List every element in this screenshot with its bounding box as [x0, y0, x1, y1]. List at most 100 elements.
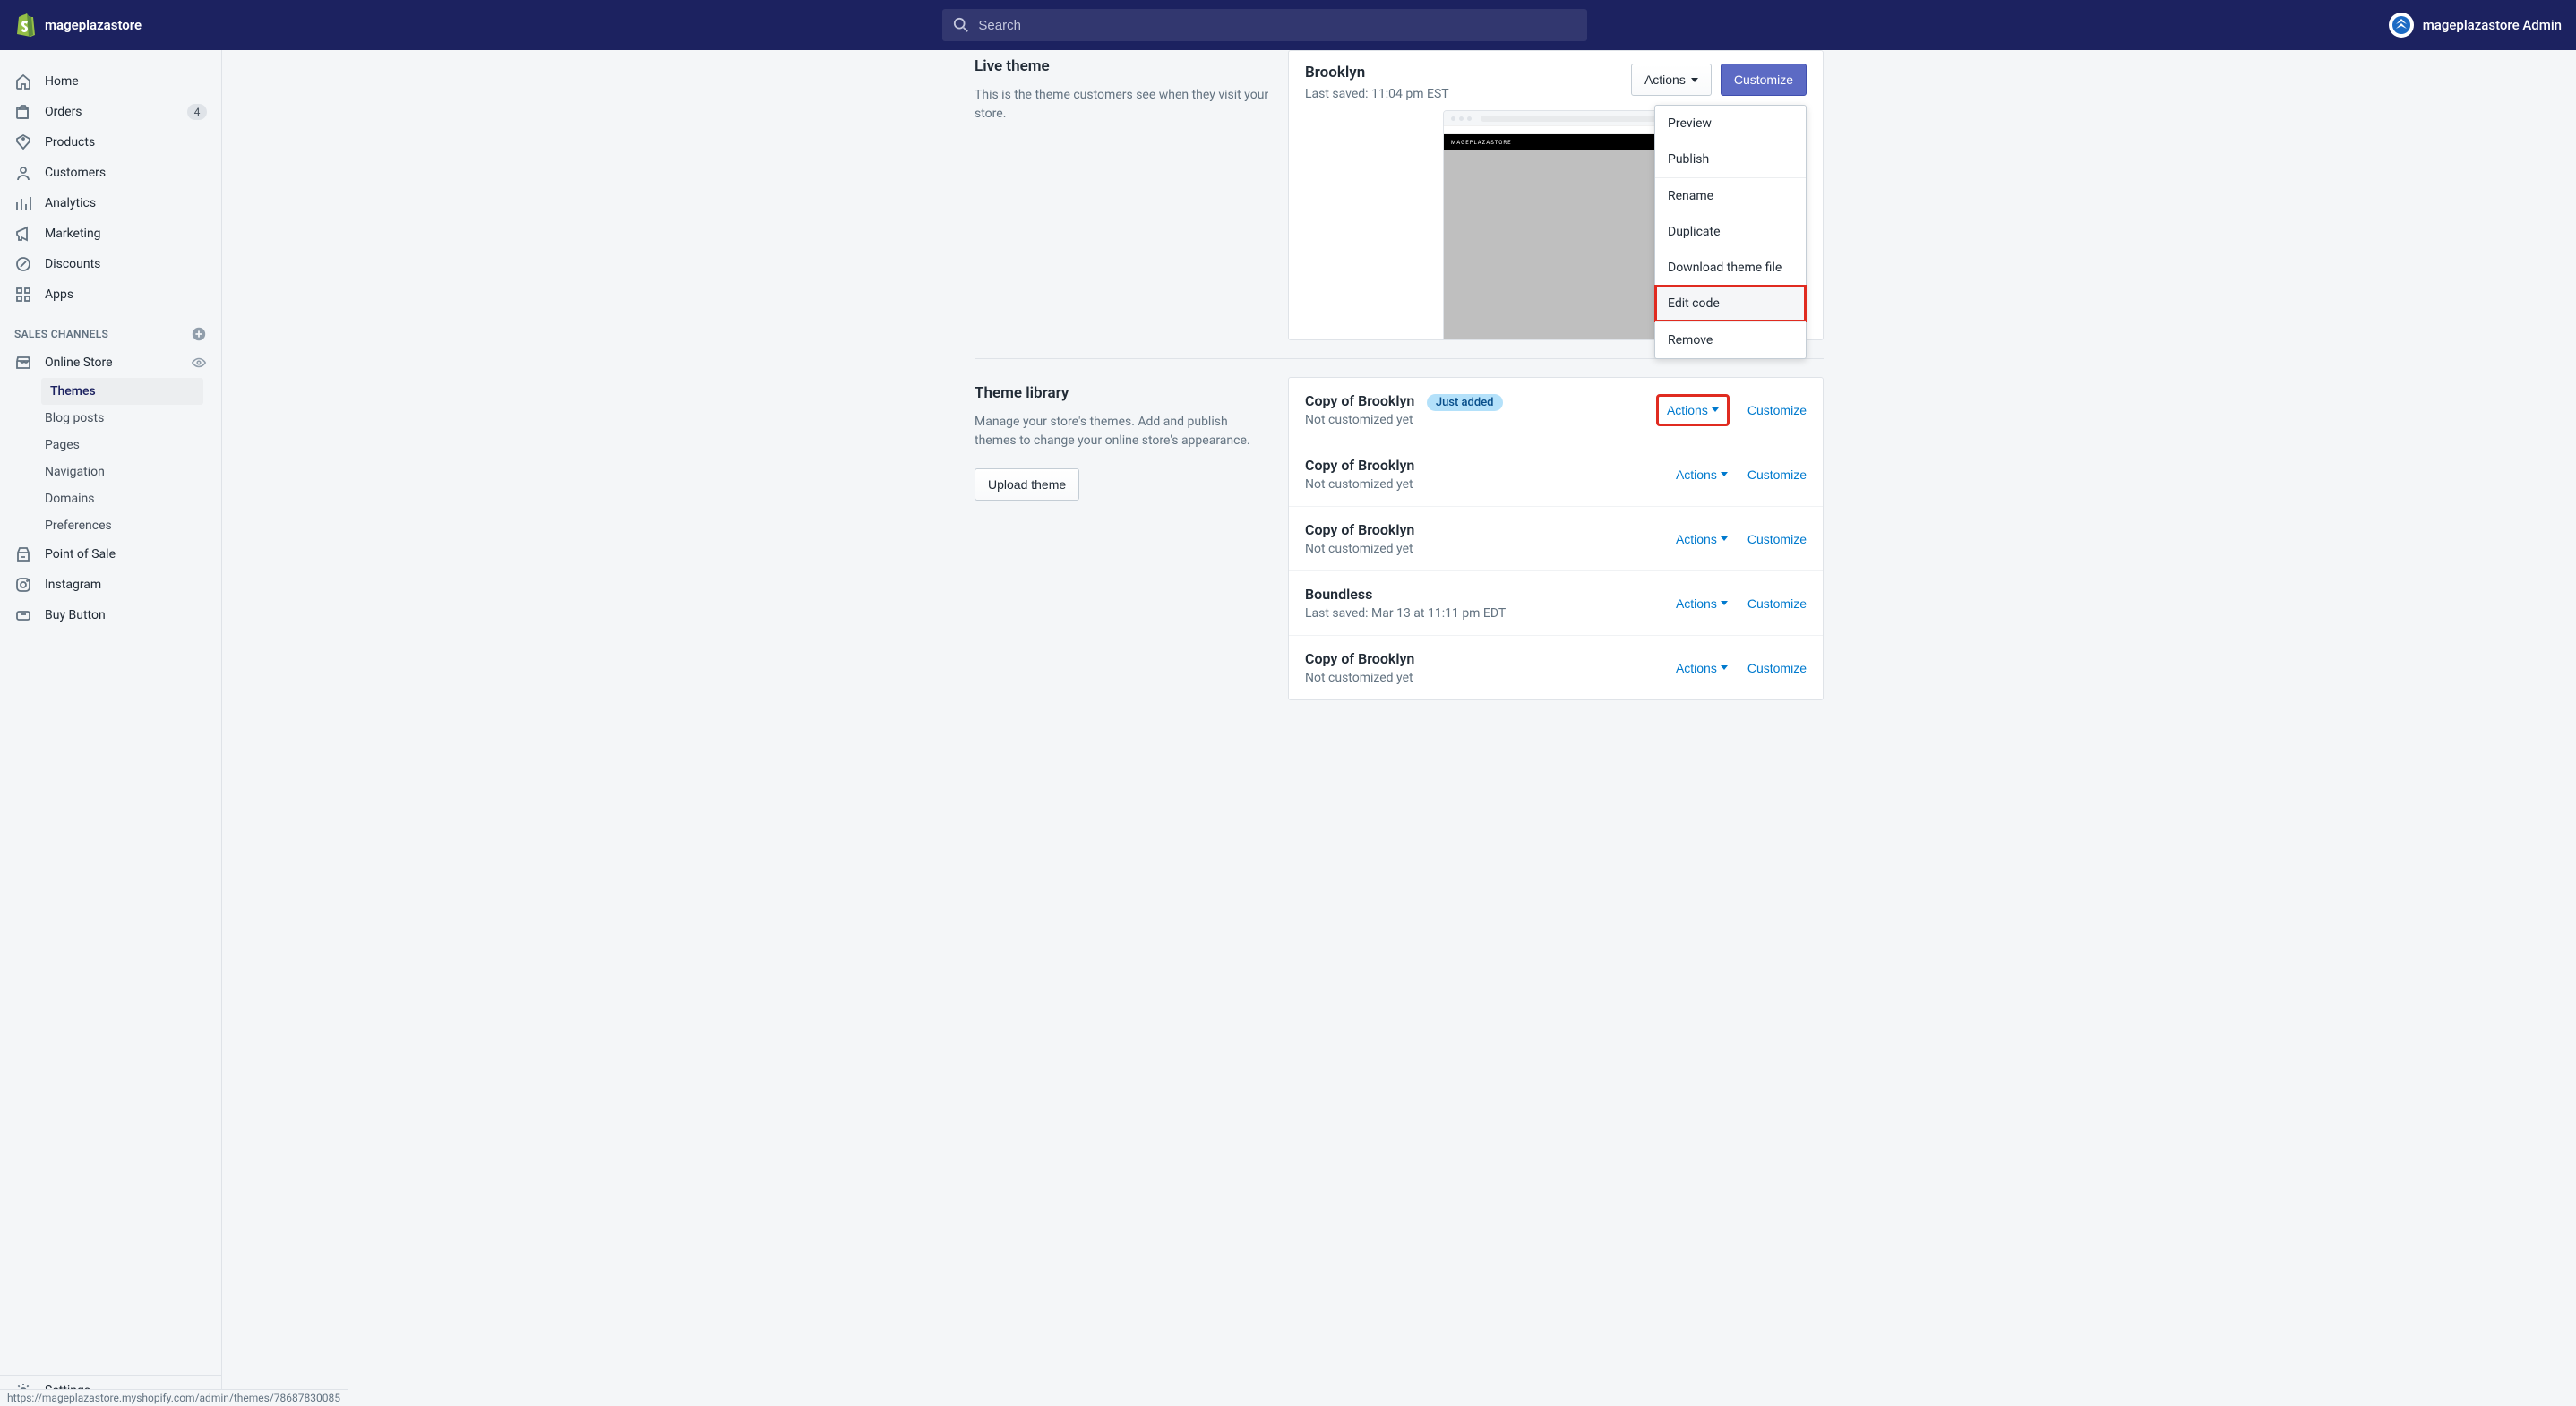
sub-label: Navigation	[45, 465, 105, 479]
sidebar-item-label: Orders	[45, 105, 82, 119]
sidebar-sub-preferences[interactable]: Preferences	[0, 512, 221, 539]
user-menu[interactable]: mageplazastore Admin	[2389, 13, 2562, 38]
sidebar-item-products[interactable]: Products	[0, 127, 221, 158]
sidebar-item-label: Apps	[45, 287, 73, 302]
discounts-icon	[14, 255, 32, 273]
search-wrap	[156, 9, 2374, 41]
sidebar-item-analytics[interactable]: Analytics	[0, 188, 221, 219]
actions-label: Actions	[1644, 73, 1686, 87]
sidebar-item-instagram[interactable]: Instagram	[0, 570, 221, 600]
theme-row-customize-button[interactable]: Customize	[1747, 467, 1807, 482]
store-name: mageplazastore	[45, 17, 142, 33]
menu-item-remove[interactable]: Remove	[1655, 321, 1806, 358]
sidebar-item-pos[interactable]: Point of Sale	[0, 539, 221, 570]
shopify-logo-icon	[14, 13, 36, 38]
sidebar-sub-themes[interactable]: Themes	[41, 378, 203, 405]
menu-item-rename[interactable]: Rename	[1655, 177, 1806, 214]
search-bar[interactable]	[942, 9, 1587, 41]
theme-row-title: Copy of Brooklyn	[1305, 650, 1676, 667]
theme-row-sub: Not customized yet	[1305, 542, 1676, 556]
sidebar-item-label: Home	[45, 74, 79, 89]
caret-down-icon	[1721, 665, 1728, 670]
sidebar-sub-domains[interactable]: Domains	[0, 485, 221, 512]
caret-down-icon	[1691, 78, 1698, 82]
theme-row-sub: Last saved: Mar 13 at 11:11 pm EDT	[1305, 606, 1676, 621]
add-channel-button[interactable]	[191, 326, 207, 342]
menu-item-download[interactable]: Download theme file	[1655, 250, 1806, 286]
live-theme-heading: Live theme	[975, 57, 1270, 75]
sidebar-item-label: Marketing	[45, 227, 101, 241]
theme-row: Copy of Brooklyn Just added Not customiz…	[1289, 378, 1823, 442]
sidebar-item-label: Analytics	[45, 196, 96, 210]
theme-row-title: Boundless	[1305, 586, 1676, 603]
menu-label: Edit code	[1668, 296, 1720, 311]
sidebar-sub-pages[interactable]: Pages	[0, 432, 221, 459]
theme-row-customize-button[interactable]: Customize	[1747, 596, 1807, 611]
theme-row-actions-button[interactable]: Actions	[1676, 596, 1728, 611]
menu-label: Duplicate	[1668, 225, 1721, 239]
menu-item-duplicate[interactable]: Duplicate	[1655, 214, 1806, 250]
menu-label: Remove	[1668, 333, 1713, 347]
sub-label: Pages	[45, 438, 80, 452]
live-theme-title: Brooklyn	[1305, 64, 1449, 81]
eye-icon[interactable]	[191, 355, 207, 371]
customize-button[interactable]: Customize	[1721, 64, 1807, 96]
customize-label: Customize	[1747, 661, 1807, 675]
sidebar-item-label: Products	[45, 135, 95, 150]
sidebar-section-heading: SALES CHANNELS	[0, 310, 221, 347]
theme-row-customize-button[interactable]: Customize	[1747, 532, 1807, 546]
theme-row-actions-button[interactable]: Actions	[1676, 661, 1728, 675]
avatar-icon	[2389, 13, 2414, 38]
customize-label: Customize	[1734, 73, 1793, 87]
sub-label: Domains	[45, 492, 94, 506]
theme-row-actions-button[interactable]: Actions	[1676, 532, 1728, 546]
menu-item-preview[interactable]: Preview	[1655, 106, 1806, 141]
preview-brand: MAGEPLAZASTORE	[1451, 140, 1512, 146]
sidebar-item-apps[interactable]: Apps	[0, 279, 221, 310]
main-content: Live theme This is the theme customers s…	[222, 50, 2576, 1406]
actions-popover: Preview Publish Rename Duplicate Downloa…	[1654, 105, 1807, 359]
live-theme-card: Brooklyn Last saved: 11:04 pm EST Action…	[1288, 50, 1824, 340]
theme-row: Boundless Last saved: Mar 13 at 11:11 pm…	[1289, 571, 1823, 636]
theme-list: Copy of Brooklyn Just added Not customiz…	[1288, 377, 1824, 700]
actions-label: Actions	[1676, 532, 1717, 546]
menu-label: Download theme file	[1668, 261, 1782, 275]
sidebar: Home Orders 4 Products Customers Analyti…	[0, 50, 222, 1406]
brand[interactable]: mageplazastore	[14, 13, 142, 38]
menu-item-publish[interactable]: Publish	[1655, 141, 1806, 177]
caret-down-icon	[1721, 472, 1728, 476]
live-theme-section-info: Live theme This is the theme customers s…	[975, 50, 1270, 340]
library-description: Manage your store's themes. Add and publ…	[975, 413, 1270, 450]
sub-label: Themes	[50, 384, 96, 399]
theme-row-actions-button[interactable]: Actions	[1658, 396, 1728, 424]
sidebar-item-marketing[interactable]: Marketing	[0, 219, 221, 249]
theme-row-customize-button[interactable]: Customize	[1747, 661, 1807, 675]
live-theme-subtitle: Last saved: 11:04 pm EST	[1305, 87, 1449, 101]
orders-badge: 4	[187, 104, 207, 120]
sidebar-item-discounts[interactable]: Discounts	[0, 249, 221, 279]
sidebar-item-home[interactable]: Home	[0, 66, 221, 97]
theme-row: Copy of Brooklyn Not customized yet Acti…	[1289, 507, 1823, 571]
sidebar-item-orders[interactable]: Orders 4	[0, 97, 221, 127]
topbar: mageplazastore mageplazastore Admin	[0, 0, 2576, 50]
theme-row: Copy of Brooklyn Not customized yet Acti…	[1289, 442, 1823, 507]
theme-row-sub: Not customized yet	[1305, 477, 1676, 492]
sub-label: Blog posts	[45, 411, 104, 425]
theme-row: Copy of Brooklyn Not customized yet Acti…	[1289, 636, 1823, 699]
upload-theme-button[interactable]: Upload theme	[975, 468, 1079, 501]
actions-dropdown-button[interactable]: Actions	[1631, 64, 1712, 96]
theme-row-actions-button[interactable]: Actions	[1676, 467, 1728, 482]
sidebar-item-buy-button[interactable]: Buy Button	[0, 600, 221, 630]
customize-label: Customize	[1747, 467, 1807, 482]
sidebar-item-customers[interactable]: Customers	[0, 158, 221, 188]
sidebar-sub-blog-posts[interactable]: Blog posts	[0, 405, 221, 432]
caret-down-icon	[1721, 601, 1728, 605]
sidebar-item-label: Discounts	[45, 257, 100, 271]
sub-label: Preferences	[45, 519, 112, 533]
menu-item-edit-code[interactable]: Edit code	[1655, 286, 1806, 321]
search-input[interactable]	[978, 18, 1576, 33]
theme-row-customize-button[interactable]: Customize	[1747, 403, 1807, 417]
sidebar-sub-navigation[interactable]: Navigation	[0, 459, 221, 485]
sidebar-item-online-store[interactable]: Online Store	[0, 347, 221, 378]
just-added-badge: Just added	[1427, 394, 1503, 411]
